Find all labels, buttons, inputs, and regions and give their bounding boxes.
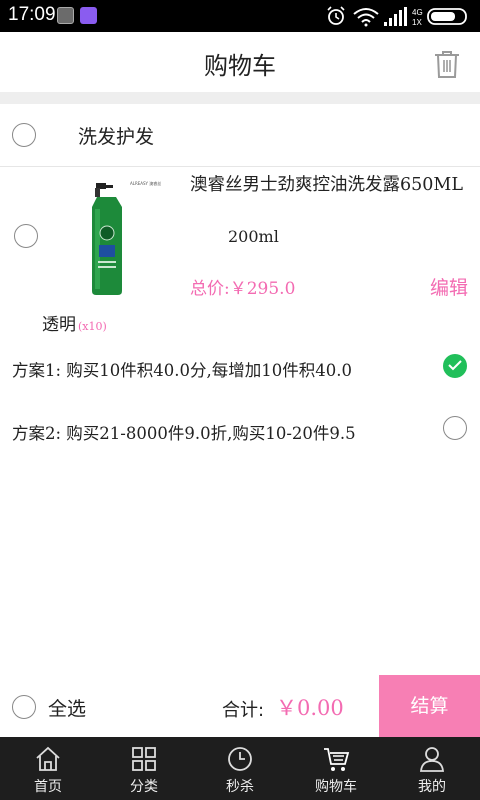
notification-app-icon — [57, 7, 74, 24]
tab-cart[interactable]: 购物车 — [288, 737, 384, 800]
clock-icon — [228, 747, 252, 771]
scheme-option-1: 方案1: 购买10件积40.0分,每增加10件积40.0 — [12, 361, 353, 380]
battery-icon — [427, 8, 467, 25]
scheme-option-2: 方案2: 购买21-8000件9.0折,购买10-20件9.5 — [12, 424, 356, 443]
grid-icon — [132, 747, 156, 771]
edit-button[interactable]: 编辑 — [430, 273, 468, 300]
scheme-2-radio[interactable] — [443, 416, 467, 440]
scheme-1-radio[interactable] — [443, 354, 467, 378]
store-group: 洗发护发 — [0, 104, 480, 167]
sum-value: ￥0.00 — [276, 696, 344, 720]
tab-me-label: 我的 — [418, 779, 446, 795]
status-time: 17:09 — [8, 4, 56, 25]
cart-icon — [324, 748, 350, 771]
tab-me[interactable]: 我的 — [384, 737, 480, 800]
tab-home-label: 首页 — [34, 779, 62, 795]
trash-icon[interactable] — [434, 50, 460, 78]
tab-cart-label: 购物车 — [315, 779, 357, 795]
tab-flash-sale[interactable]: 秒杀 — [192, 737, 288, 800]
quantity: (x10) — [78, 320, 107, 333]
network-sub: 1X — [412, 18, 422, 27]
user-icon — [420, 747, 444, 772]
attribute-value: 透明 — [42, 315, 76, 335]
item-select-radio[interactable] — [14, 224, 38, 248]
page-title: 购物车 — [204, 52, 276, 80]
tab-flash-sale-label: 秒杀 — [226, 779, 254, 795]
svg-text:ALREASY 澳睿丝: ALREASY 澳睿丝 — [130, 180, 161, 186]
product-name[interactable]: 澳睿丝男士劲爽控油洗发露650ML — [190, 175, 470, 196]
product-spec: 200ml — [228, 227, 279, 246]
status-icons: 4G 1X — [324, 4, 474, 28]
wifi-icon — [353, 8, 379, 27]
header: 购物车 — [0, 32, 480, 92]
tab-bar: 首页 分类 秒杀 购物车 我的 — [0, 737, 480, 800]
section-divider — [0, 92, 480, 104]
total-label: 总价: — [190, 279, 230, 299]
checkout-bar: 全选 合计: ￥0.00 结算 — [0, 675, 480, 737]
product-total: 总价:￥295.0 — [190, 274, 295, 299]
tab-category-label: 分类 — [130, 779, 158, 795]
tab-home[interactable]: 首页 — [0, 737, 96, 800]
check-icon — [448, 360, 462, 371]
cart-item: ALREASY 澳睿丝 澳睿丝男士劲爽控油洗发露650ML 200ml 总价:￥… — [0, 167, 480, 337]
network-type: 4G — [412, 8, 423, 17]
select-all-label[interactable]: 全选 — [48, 694, 86, 721]
tab-category[interactable]: 分类 — [96, 737, 192, 800]
checkout-button[interactable]: 结算 — [379, 675, 480, 737]
select-all-radio[interactable] — [12, 695, 36, 719]
signal-icon — [384, 7, 407, 26]
status-bar: 17:09 4G 1X — [0, 0, 480, 32]
store-name: 洗发护发 — [78, 126, 155, 148]
home-icon — [36, 746, 60, 771]
notification-app-icon-2 — [80, 7, 97, 24]
total-value: ￥295.0 — [229, 279, 296, 299]
sum-label: 合计: — [222, 700, 265, 721]
alarm-icon — [327, 6, 345, 25]
store-select-radio[interactable] — [12, 123, 36, 147]
product-image[interactable]: ALREASY 澳睿丝 — [86, 179, 178, 299]
product-attribute: 透明 (x10) — [42, 310, 107, 335]
